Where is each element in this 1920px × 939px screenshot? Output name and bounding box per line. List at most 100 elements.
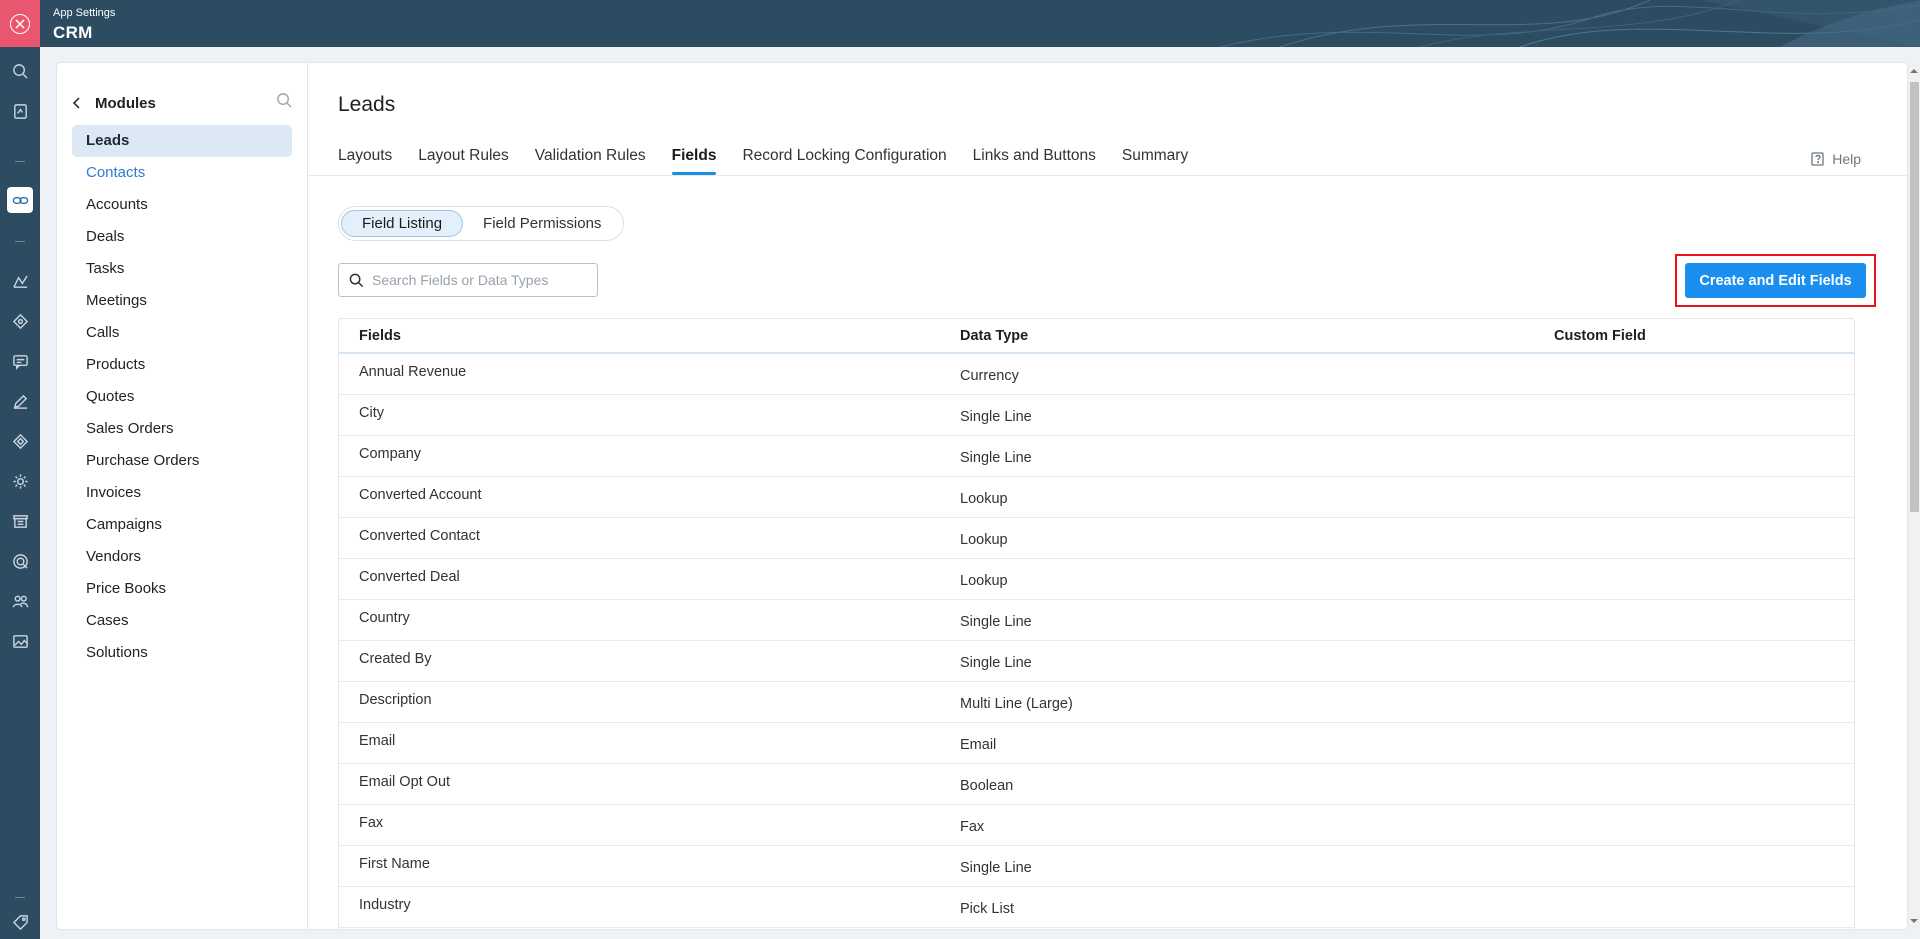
sidebar-item-invoices[interactable]: Invoices xyxy=(72,477,292,509)
scroll-down-icon[interactable] xyxy=(1910,917,1918,925)
table-row[interactable]: Created By Single Line xyxy=(339,641,1854,682)
field-name-cell: City xyxy=(359,405,384,421)
search-icon[interactable] xyxy=(8,59,32,83)
table-row[interactable]: Description Multi Line (Large) xyxy=(339,682,1854,723)
data-type-cell: Single Line xyxy=(960,450,1032,466)
data-type-cell: Email xyxy=(960,737,997,753)
search-icon xyxy=(349,273,364,287)
table-row[interactable]: Fax Fax xyxy=(339,805,1854,846)
sidebar-item-contacts[interactable]: Contacts xyxy=(72,157,292,189)
highlight-box: Create and Edit Fields xyxy=(1675,254,1876,307)
table-row[interactable]: City Single Line xyxy=(339,395,1854,436)
data-type-cell: Fax xyxy=(960,819,985,835)
table-row[interactable]: First Name Single Line xyxy=(339,846,1854,887)
table-body: Annual Revenue Currency City Single Line Com… xyxy=(339,354,1854,928)
fields-table: Fields Data Type Custom Field Annual Rev… xyxy=(338,318,1855,929)
field-name-cell: Fax xyxy=(359,815,384,831)
segment-field-listing[interactable]: Field Listing xyxy=(341,210,464,237)
sidebar-item-accounts[interactable]: Accounts xyxy=(72,189,292,221)
tab-links-and-buttons[interactable]: Links and Buttons xyxy=(973,145,1096,175)
data-type-cell: Lookup xyxy=(960,532,1008,548)
tag-icon[interactable] xyxy=(8,910,32,934)
segment-field-permissions[interactable]: Field Permissions xyxy=(463,210,621,237)
scroll-up-icon[interactable] xyxy=(1910,67,1918,75)
sidebar-item-sales-orders[interactable]: Sales Orders xyxy=(72,413,292,445)
create-edit-fields-button[interactable]: Create and Edit Fields xyxy=(1685,263,1866,298)
sidebar-item-calls[interactable]: Calls xyxy=(72,317,292,349)
column-header-fields[interactable]: Fields xyxy=(339,328,960,344)
rail-divider xyxy=(15,241,25,242)
tab-layouts[interactable]: Layouts xyxy=(338,145,392,175)
table-row[interactable]: Industry Pick List xyxy=(339,887,1854,928)
people-icon[interactable] xyxy=(8,589,32,613)
diamond-icon[interactable] xyxy=(8,429,32,453)
notes-icon[interactable] xyxy=(8,99,32,123)
rail-divider xyxy=(15,897,25,898)
search-icon[interactable] xyxy=(276,92,293,114)
analytics-icon[interactable] xyxy=(8,269,32,293)
image-icon[interactable] xyxy=(8,629,32,653)
app-rail xyxy=(0,0,40,939)
tab-summary[interactable]: Summary xyxy=(1122,145,1188,175)
page-title: Leads xyxy=(338,93,396,116)
field-name-cell: Converted Account xyxy=(359,487,482,503)
table-row[interactable]: Email Opt Out Boolean xyxy=(339,764,1854,805)
column-header-data-type[interactable]: Data Type xyxy=(960,328,1554,344)
sidebar-item-solutions[interactable]: Solutions xyxy=(72,637,292,669)
sidebar-item-cases[interactable]: Cases xyxy=(72,605,292,637)
app-title: CRM xyxy=(53,23,93,42)
field-name-cell: Email xyxy=(359,733,396,749)
scrollbar-thumb[interactable] xyxy=(1910,82,1919,512)
sidebar-item-vendors[interactable]: Vendors xyxy=(72,541,292,573)
data-type-cell: Single Line xyxy=(960,409,1032,425)
field-name-cell: Description xyxy=(359,692,432,708)
tab-fields[interactable]: Fields xyxy=(671,145,716,175)
data-type-cell: Currency xyxy=(960,368,1019,384)
link-icon[interactable] xyxy=(7,187,33,213)
chat-icon[interactable] xyxy=(8,349,32,373)
field-search[interactable] xyxy=(338,263,598,297)
sidebar-item-meetings[interactable]: Meetings xyxy=(72,285,292,317)
data-type-cell: Boolean xyxy=(960,778,1014,794)
archive-icon[interactable] xyxy=(8,509,32,533)
workflow-icon[interactable] xyxy=(8,309,32,333)
data-type-cell: Lookup xyxy=(960,573,1008,589)
table-row[interactable]: Country Single Line xyxy=(339,600,1854,641)
target-icon[interactable] xyxy=(8,549,32,573)
table-row[interactable]: Converted Deal Lookup xyxy=(339,559,1854,600)
sidebar-item-campaigns[interactable]: Campaigns xyxy=(72,509,292,541)
column-header-custom-field[interactable]: Custom Field xyxy=(1554,328,1854,344)
sidebar-item-products[interactable]: Products xyxy=(72,349,292,381)
tab-layout-rules[interactable]: Layout Rules xyxy=(418,145,508,175)
table-row[interactable]: Annual Revenue Currency xyxy=(339,354,1854,395)
pen-icon[interactable] xyxy=(8,389,32,413)
sidebar-item-price-books[interactable]: Price Books xyxy=(72,573,292,605)
sidebar-item-deals[interactable]: Deals xyxy=(72,221,292,253)
search-input[interactable] xyxy=(372,272,592,288)
data-type-cell: Multi Line (Large) xyxy=(960,696,1073,712)
view-toggle: Field Listing Field Permissions xyxy=(338,206,625,241)
sidebar-item-leads[interactable]: Leads xyxy=(72,125,292,157)
main-content: Leads Layouts Layout Rules Validation Rule… xyxy=(308,63,1907,929)
sidebar-item-tasks[interactable]: Tasks xyxy=(72,253,292,285)
table-row[interactable]: Converted Account Lookup xyxy=(339,477,1854,518)
help-label: Help xyxy=(1832,151,1861,167)
help-link[interactable]: Help xyxy=(1810,151,1861,167)
tab-record-locking-configuration[interactable]: Record Locking Configuration xyxy=(742,145,946,175)
modules-sidebar: Modules Leads Contacts Accounts Deals Tasks M… xyxy=(57,63,308,929)
close-button[interactable] xyxy=(0,0,40,47)
sidebar-item-purchase-orders[interactable]: Purchase Orders xyxy=(72,445,292,477)
table-row[interactable]: Converted Contact Lookup xyxy=(339,518,1854,559)
sidebar-item-quotes[interactable]: Quotes xyxy=(72,381,292,413)
settings-panel: Modules Leads Contacts Accounts Deals Tasks M… xyxy=(56,62,1908,930)
field-name-cell: Converted Contact xyxy=(359,528,480,544)
table-row[interactable]: Company Single Line xyxy=(339,436,1854,477)
table-header: Fields Data Type Custom Field xyxy=(339,319,1854,354)
field-name-cell: Company xyxy=(359,446,422,462)
table-row[interactable]: Email Email xyxy=(339,723,1854,764)
app-subtitle: App Settings xyxy=(53,7,116,19)
back-arrow-icon[interactable] xyxy=(69,95,85,111)
tab-validation-rules[interactable]: Validation Rules xyxy=(535,145,646,175)
vertical-scrollbar[interactable] xyxy=(1908,62,1920,930)
gear-icon[interactable] xyxy=(8,469,32,493)
